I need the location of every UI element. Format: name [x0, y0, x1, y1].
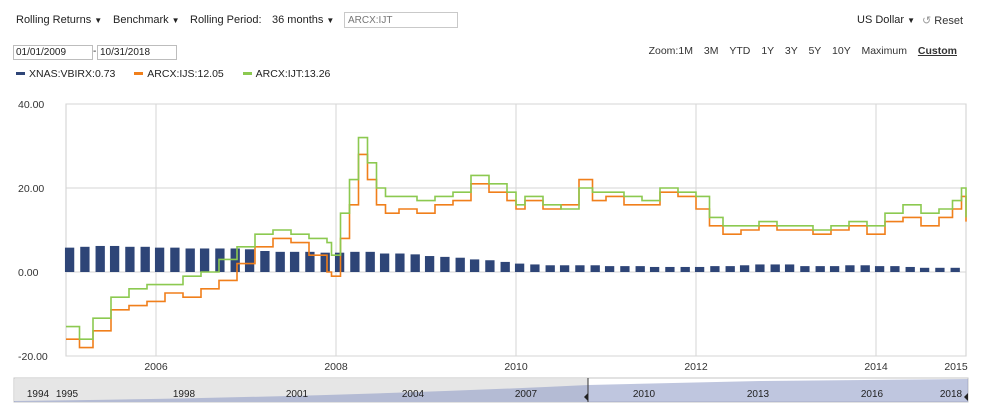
vbirx-bar [500, 261, 510, 272]
vbirx-bar [815, 266, 825, 272]
vbirx-bar [140, 246, 150, 272]
vbirx-bar [395, 253, 405, 272]
x-tick-label: 2010 [504, 361, 528, 373]
vbirx-bar [905, 266, 915, 272]
vbirx-bar [230, 248, 240, 272]
vbirx-bar [725, 266, 735, 272]
vbirx-bar [199, 248, 210, 272]
vbirx-bar [919, 267, 930, 272]
navigator-label: 1995 [56, 389, 79, 400]
vbirx-bar [80, 246, 90, 272]
vbirx-bar [950, 267, 960, 272]
navigator-label: 2007 [515, 389, 538, 400]
navigator-label: 1994 [27, 389, 50, 400]
x-tick-label: 2014 [864, 361, 888, 373]
vbirx-bar [64, 247, 75, 272]
navigator-label: 1998 [173, 389, 196, 400]
vbirx-bar [890, 266, 900, 272]
y-tick-label: 40.00 [18, 99, 44, 111]
vbirx-bar [215, 248, 225, 272]
y-tick-label: 0.00 [18, 267, 39, 279]
vbirx-bar [829, 266, 840, 272]
vbirx-bar [935, 267, 945, 272]
vbirx-bar [770, 264, 780, 272]
vbirx-bar [410, 254, 420, 272]
vbirx-bar [455, 257, 465, 272]
navigator-label: 2016 [861, 389, 884, 400]
navigator-label: 2013 [747, 389, 770, 400]
vbirx-bar [665, 266, 675, 272]
navigator-label: 2004 [402, 389, 425, 400]
series-vbirx-bars [64, 245, 960, 272]
vbirx-bar [185, 248, 195, 272]
y-tick-label: -20.00 [18, 351, 48, 363]
rolling-returns-chart: 40.00 20.00 0.00 -20.00 2006 2008 2010 2012 201… [13, 99, 969, 403]
vbirx-bar [739, 265, 750, 272]
vbirx-bar [170, 247, 180, 272]
y-axis-ticks: 40.00 20.00 0.00 -20.00 [18, 99, 48, 363]
vbirx-bar [800, 266, 810, 272]
vbirx-bar [379, 253, 390, 272]
vbirx-bar [784, 264, 795, 272]
vbirx-bar [350, 251, 360, 272]
navigator-label: 2018 [940, 389, 963, 400]
vbirx-bar [125, 246, 135, 272]
vbirx-bar [604, 266, 615, 272]
vbirx-bar [649, 266, 660, 272]
vbirx-bar [275, 251, 285, 272]
vbirx-bar [620, 266, 630, 272]
vbirx-bar [244, 249, 255, 272]
vbirx-bar [95, 245, 105, 272]
vbirx-bar [514, 263, 525, 272]
vbirx-bar [710, 266, 720, 272]
vbirx-bar [469, 259, 480, 272]
vbirx-bar [860, 265, 870, 272]
y-tick-label: 20.00 [18, 183, 44, 195]
vbirx-bar [874, 266, 885, 272]
vbirx-bar [260, 251, 270, 272]
vbirx-bar [845, 265, 855, 272]
vbirx-bar [424, 256, 435, 272]
vbirx-bar [680, 266, 690, 272]
vbirx-bar [109, 245, 120, 272]
vbirx-bar [365, 251, 375, 272]
navigator-label: 2001 [286, 389, 309, 400]
vbirx-bar [590, 265, 600, 272]
vbirx-bar [559, 265, 570, 272]
x-tick-label: 2015 [944, 361, 968, 373]
vbirx-bar [694, 266, 705, 272]
range-navigator: 1994 1995 1998 2001 2004 2007 2010 2013 2016 2018 [13, 377, 969, 403]
vbirx-bar [755, 264, 765, 272]
x-tick-label: 2006 [144, 361, 168, 373]
vbirx-bar [545, 265, 555, 272]
vbirx-bar [575, 265, 585, 272]
x-tick-label: 2008 [324, 361, 348, 373]
vbirx-bar [440, 256, 450, 272]
vbirx-bar [289, 251, 300, 272]
vbirx-bar [154, 247, 165, 272]
vbirx-bar [485, 260, 495, 272]
vbirx-bar [530, 264, 540, 272]
x-tick-label: 2012 [684, 361, 708, 373]
x-axis-ticks: 2006 2008 2010 2012 2014 2015 [144, 361, 968, 373]
navigator-label: 2010 [633, 389, 656, 400]
vbirx-bar [635, 266, 645, 272]
